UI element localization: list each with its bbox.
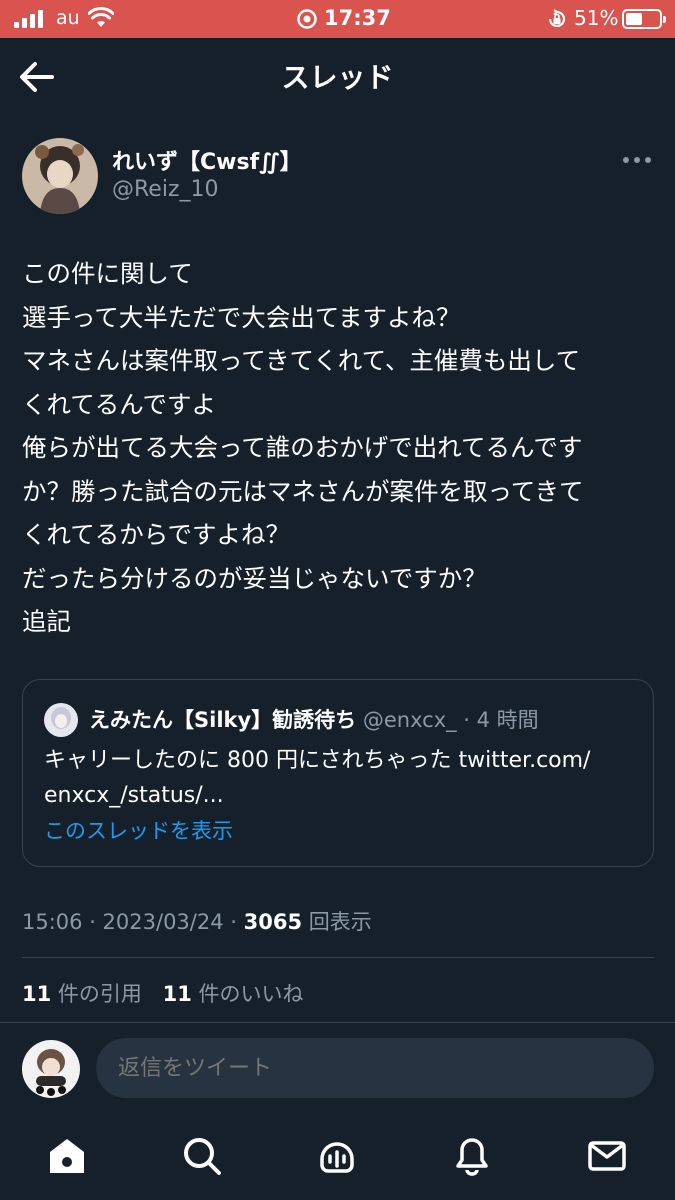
quotes-count: 11 bbox=[22, 982, 52, 1006]
spaces-icon[interactable] bbox=[316, 1135, 358, 1177]
notifications-icon[interactable] bbox=[451, 1135, 493, 1177]
tweet-stats: 11 件の引用 11 件のいいね bbox=[22, 978, 318, 1008]
rotation-lock-icon bbox=[548, 9, 566, 28]
home-icon[interactable] bbox=[46, 1135, 88, 1177]
messages-icon[interactable] bbox=[586, 1135, 628, 1177]
signal-icon bbox=[14, 10, 43, 28]
quoted-tweet-card[interactable]: えみたん【Silky】勧誘待ち @enxcx_ · 4 時間 キャリーしたのに … bbox=[22, 679, 654, 867]
tweet-timestamp: 15:06 · 2023/03/24 · 3065 回表示 bbox=[22, 906, 372, 936]
reply-input[interactable] bbox=[96, 1038, 654, 1098]
quote-tweets-stat[interactable]: 11 件の引用 bbox=[22, 982, 142, 1006]
header: スレッド bbox=[0, 38, 675, 116]
search-icon[interactable] bbox=[181, 1135, 223, 1177]
likes-count: 11 bbox=[162, 982, 192, 1006]
battery-icon bbox=[622, 9, 666, 29]
page-title: スレッド bbox=[281, 61, 394, 94]
tweet-time: 15:06 · 2023/03/24 · bbox=[22, 910, 244, 934]
author-handle[interactable]: @Reiz_10 bbox=[112, 177, 219, 202]
quoted-author-avatar bbox=[44, 703, 78, 737]
wifi-icon bbox=[88, 7, 114, 27]
divider bbox=[0, 1022, 675, 1023]
alarm-icon bbox=[297, 9, 317, 29]
quoted-header: えみたん【Silky】勧誘待ち @enxcx_ · 4 時間 bbox=[89, 704, 539, 734]
tweet-text: この件に関して 選手って大半ただで大会出てますよね？ マネさんは案件取ってきてく… bbox=[22, 259, 584, 636]
quoted-tweet-text: キャリーしたのに 800 円にされちゃった twitter.com/ enxcx… bbox=[44, 748, 591, 808]
carrier-label: au bbox=[56, 7, 80, 29]
status-bar: au 17:37 51% bbox=[0, 0, 675, 38]
quotes-label: 件の引用 bbox=[51, 982, 142, 1006]
author-display-name[interactable]: れいず【Cwsf∬】 bbox=[112, 144, 302, 176]
my-avatar[interactable] bbox=[22, 1040, 80, 1098]
clock: 17:37 bbox=[324, 6, 391, 30]
views-label: 回表示 bbox=[302, 910, 372, 934]
author-avatar[interactable] bbox=[22, 138, 98, 214]
battery-percent: 51% bbox=[574, 6, 619, 30]
quoted-author-meta: @enxcx_ · 4 時間 bbox=[356, 708, 539, 732]
divider bbox=[22, 957, 654, 958]
likes-stat[interactable]: 11 件のいいね bbox=[163, 982, 304, 1006]
show-thread-link[interactable]: このスレッドを表示 bbox=[44, 815, 233, 845]
quoted-author-name: えみたん【Silky】勧誘待ち bbox=[89, 708, 357, 732]
views-count: 3065 bbox=[243, 910, 303, 934]
more-options-icon[interactable] bbox=[620, 150, 654, 170]
likes-label: 件のいいね bbox=[191, 982, 304, 1006]
